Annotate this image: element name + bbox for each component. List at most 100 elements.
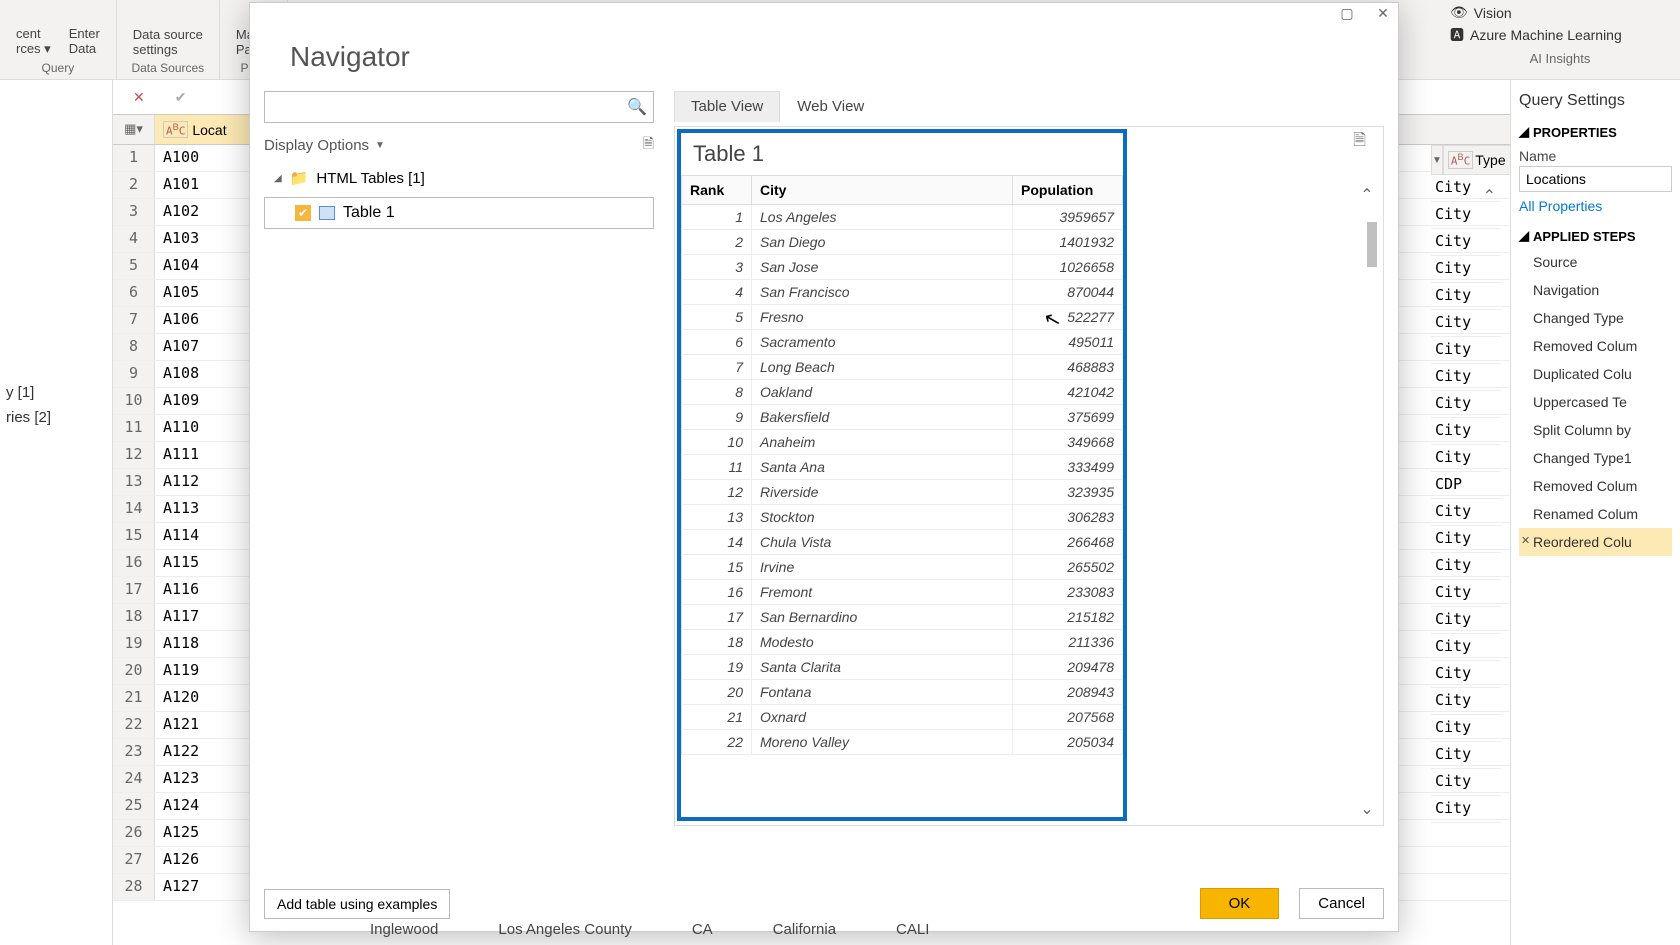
- cell-pop: 323935: [1013, 480, 1123, 505]
- table-row[interactable]: 17San Bernardino215182: [682, 605, 1123, 630]
- search-input[interactable]: [271, 99, 627, 115]
- label: HTML Tables [1]: [316, 170, 424, 187]
- row-number: 17: [113, 577, 155, 603]
- label: PROPERTIES: [1533, 125, 1617, 140]
- table-row[interactable]: 2San Diego1401932: [682, 230, 1123, 255]
- ok-button[interactable]: OK: [1200, 888, 1280, 919]
- maximize-icon[interactable]: ▢: [1338, 4, 1356, 22]
- table-row[interactable]: 6Sacramento495011: [682, 330, 1123, 355]
- cell-city: San Diego: [752, 230, 1013, 255]
- search-box[interactable]: 🔍: [264, 91, 654, 123]
- row-number: 8: [113, 334, 155, 360]
- applied-step[interactable]: Renamed Colum: [1519, 500, 1672, 528]
- row-number: 10: [113, 388, 155, 414]
- cell: CDP: [1431, 472, 1501, 499]
- azure-ml-button[interactable]: 🅰Azure Machine Learning: [1450, 23, 1670, 47]
- applied-step[interactable]: Changed Type: [1519, 304, 1672, 332]
- query-name-input[interactable]: [1519, 166, 1672, 192]
- applied-step[interactable]: Source: [1519, 248, 1672, 276]
- table-row[interactable]: 14Chula Vista266468: [682, 530, 1123, 555]
- display-options-dropdown[interactable]: Display Options ▼: [264, 137, 385, 154]
- table-row[interactable]: 10Anaheim349668: [682, 430, 1123, 455]
- row-number: 19: [113, 631, 155, 657]
- column-dropdown-icon[interactable]: ▼: [1431, 145, 1443, 175]
- table-row[interactable]: 3San Jose1026658: [682, 255, 1123, 280]
- properties-section[interactable]: ◢ PROPERTIES: [1519, 120, 1672, 144]
- table-row[interactable]: 4San Francisco870044: [682, 280, 1123, 305]
- scroll-up-icon[interactable]: ⌃: [1483, 186, 1496, 206]
- table-row[interactable]: 1Los Angeles3959657: [682, 205, 1123, 230]
- collapse-icon: ◢: [1519, 124, 1529, 140]
- tab-table-view[interactable]: Table View: [674, 91, 780, 122]
- col-rank[interactable]: Rank: [682, 176, 752, 205]
- table-row[interactable]: 8Oakland421042: [682, 380, 1123, 405]
- applied-step[interactable]: Uppercased Te: [1519, 388, 1672, 416]
- col-city[interactable]: City: [752, 176, 1013, 205]
- cell-rank: 14: [682, 530, 752, 555]
- applied-step[interactable]: Duplicated Colu: [1519, 360, 1672, 388]
- table-row[interactable]: 12Riverside323935: [682, 480, 1123, 505]
- cell-city: Stockton: [752, 505, 1013, 530]
- applied-step[interactable]: Split Column by: [1519, 416, 1672, 444]
- col-population[interactable]: Population: [1013, 176, 1123, 205]
- add-table-examples-button[interactable]: Add table using examples: [264, 889, 450, 919]
- data-source-settings-button[interactable]: Data sourcesettings: [129, 25, 207, 59]
- applied-step[interactable]: Changed Type1: [1519, 444, 1672, 472]
- query-group[interactable]: ries [2]: [0, 405, 112, 430]
- cell: City: [1431, 418, 1501, 445]
- table-row[interactable]: 16Fremont233083: [682, 580, 1123, 605]
- cell-rank: 11: [682, 455, 752, 480]
- applied-step[interactable]: Removed Colum: [1519, 332, 1672, 360]
- cancel-x-icon[interactable]: ✕: [133, 89, 145, 106]
- cell-pop: 266468: [1013, 530, 1123, 555]
- table-row[interactable]: 11Santa Ana333499: [682, 455, 1123, 480]
- cell-rank: 19: [682, 655, 752, 680]
- table-row[interactable]: 21Oxnard207568: [682, 705, 1123, 730]
- applied-step[interactable]: Removed Colum: [1519, 472, 1672, 500]
- recent-sources-button[interactable]: centrces ▾: [12, 24, 55, 59]
- vision-button[interactable]: 👁Vision: [1450, 2, 1670, 23]
- cell-rank: 21: [682, 705, 752, 730]
- cell-pop: 1401932: [1013, 230, 1123, 255]
- tree-folder-html-tables[interactable]: ◢ 📁 HTML Tables [1]: [264, 163, 654, 193]
- scroll-down-icon[interactable]: ⌄: [1360, 799, 1373, 819]
- table-row[interactable]: 15Irvine265502: [682, 555, 1123, 580]
- applied-step[interactable]: Reordered Colu: [1519, 528, 1672, 556]
- preview-title: Table 1: [681, 133, 1123, 175]
- all-properties-link[interactable]: All Properties: [1519, 192, 1672, 224]
- checkbox-checked-icon[interactable]: ✔: [295, 205, 311, 221]
- search-icon[interactable]: 🔍: [627, 97, 647, 117]
- apply-check-icon[interactable]: ✔: [175, 89, 187, 106]
- scroll-up-icon[interactable]: ⌃: [1360, 185, 1373, 205]
- cell: City: [1431, 607, 1501, 634]
- cell-city: Moreno Valley: [752, 730, 1013, 755]
- navigator-tree-pane: 🔍 Display Options ▼ 🗎 ◢ 📁 HTML Tables [1…: [264, 91, 654, 826]
- cancel-button[interactable]: Cancel: [1299, 888, 1384, 919]
- ribbon-group-label: Data Sources: [131, 61, 204, 75]
- table-row[interactable]: 9Bakersfield375699: [682, 405, 1123, 430]
- applied-step[interactable]: Navigation: [1519, 276, 1672, 304]
- column-header-type[interactable]: ABCType: [1443, 145, 1511, 175]
- cell-city: Bakersfield: [752, 405, 1013, 430]
- row-number: 26: [113, 820, 155, 846]
- table-icon[interactable]: ▦▾: [124, 121, 143, 136]
- tab-web-view[interactable]: Web View: [780, 91, 881, 122]
- enter-data-button[interactable]: EnterData: [65, 24, 104, 59]
- row-number: 14: [113, 496, 155, 522]
- applied-steps-section[interactable]: ◢APPLIED STEPS: [1519, 224, 1672, 248]
- scrollbar-thumb[interactable]: [1367, 222, 1377, 267]
- table-row[interactable]: 13Stockton306283: [682, 505, 1123, 530]
- row-number: 20: [113, 658, 155, 684]
- table-row[interactable]: 19Santa Clarita209478: [682, 655, 1123, 680]
- cell-pop: 306283: [1013, 505, 1123, 530]
- query-group[interactable]: y [1]: [0, 380, 112, 405]
- close-icon[interactable]: ✕: [1374, 4, 1392, 22]
- row-number-header: ▦▾: [113, 115, 155, 144]
- table-row[interactable]: 18Modesto211336: [682, 630, 1123, 655]
- table-row[interactable]: 7Long Beach468883: [682, 355, 1123, 380]
- refresh-tree-icon[interactable]: 🗎: [643, 133, 654, 157]
- table-row[interactable]: 20Fontana208943: [682, 680, 1123, 705]
- table-row[interactable]: 22Moreno Valley205034: [682, 730, 1123, 755]
- tree-item-table1[interactable]: ✔ Table 1: [264, 197, 654, 229]
- table-row[interactable]: 5Fresno522277: [682, 305, 1123, 330]
